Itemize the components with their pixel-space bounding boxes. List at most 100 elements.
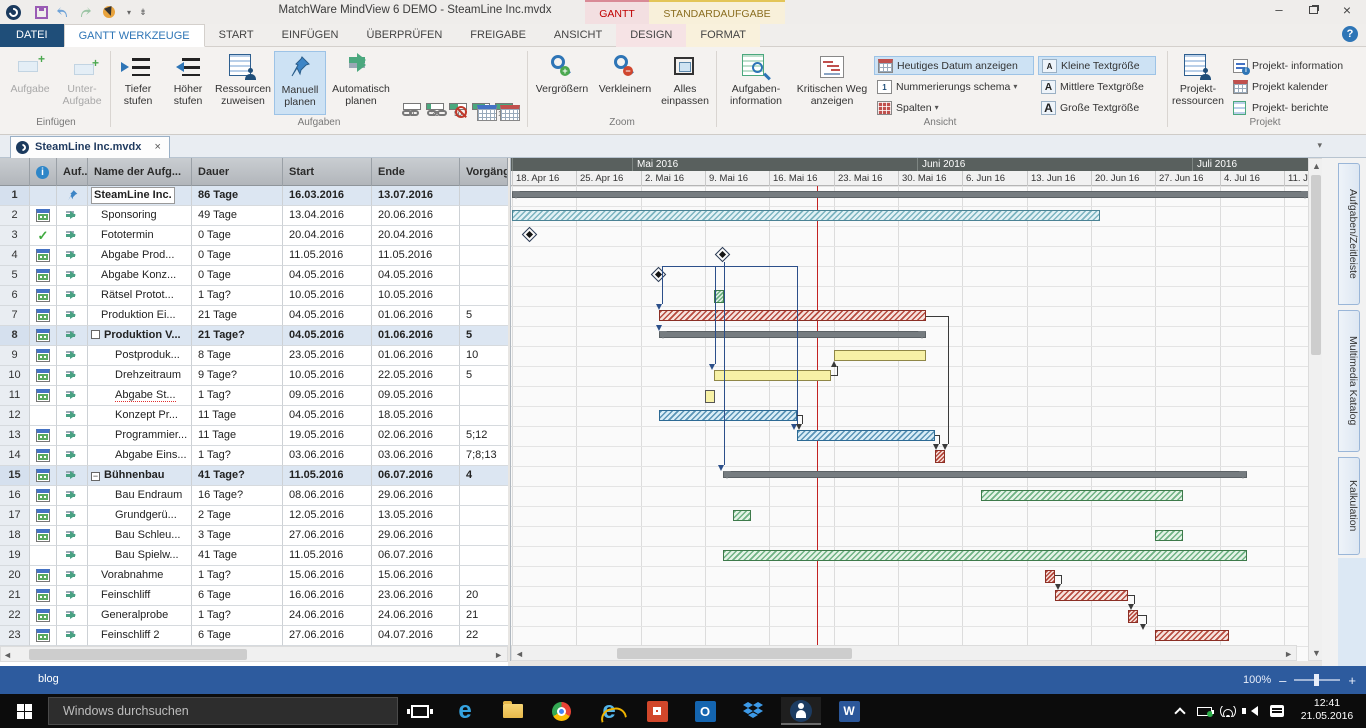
end-date-cell[interactable]: 02.06.2016	[372, 426, 460, 446]
taskbar-search-input[interactable]: Windows durchsuchen	[48, 697, 398, 725]
duration-cell[interactable]: 9 Tage?	[192, 366, 283, 386]
predecessor-cell[interactable]	[460, 206, 508, 226]
row-schedule-cell[interactable]	[57, 366, 88, 386]
manuell-planen-button[interactable]: Manuell planen	[274, 51, 326, 115]
row-schedule-cell[interactable]	[57, 266, 88, 286]
row-schedule-cell[interactable]	[57, 446, 88, 466]
row-schedule-cell[interactable]	[57, 526, 88, 546]
end-date-cell[interactable]: 10.05.2016	[372, 286, 460, 306]
start-date-cell[interactable]: 12.05.2016	[283, 506, 372, 526]
start-date-cell[interactable]: 09.05.2016	[283, 386, 372, 406]
duration-cell[interactable]: 6 Tage	[192, 626, 283, 646]
ribbon-tab-ansicht[interactable]: ANSICHT	[540, 24, 616, 47]
task-name-cell[interactable]: Drehzeitraum	[88, 366, 192, 386]
start-date-cell[interactable]: 10.05.2016	[283, 286, 372, 306]
end-date-cell[interactable]: 03.06.2016	[372, 446, 460, 466]
start-date-cell[interactable]: 11.05.2016	[283, 246, 372, 266]
duration-cell[interactable]: 0 Tage	[192, 226, 283, 246]
row-info-cell[interactable]	[30, 466, 57, 486]
row-info-cell[interactable]	[30, 626, 57, 646]
task-bar[interactable]	[714, 370, 831, 381]
task-name-cell[interactable]: Abgabe Prod...	[88, 246, 192, 266]
task-bar[interactable]	[723, 550, 1247, 561]
task-name-cell[interactable]: Rätsel Protot...	[88, 286, 192, 306]
predecessor-cell[interactable]	[460, 566, 508, 586]
duration-cell[interactable]: 0 Tage	[192, 246, 283, 266]
ribbon-tab-format[interactable]: FORMAT	[686, 24, 760, 47]
end-date-cell[interactable]: 01.06.2016	[372, 326, 460, 346]
end-date-cell[interactable]: 20.06.2016	[372, 206, 460, 226]
task-name-cell[interactable]: −Bühnenbau	[88, 466, 192, 486]
table-h-scrollbar[interactable]: ◄ ►	[0, 646, 508, 662]
row-info-cell[interactable]	[30, 506, 57, 526]
end-date-cell[interactable]: 15.06.2016	[372, 566, 460, 586]
row-info-cell[interactable]	[30, 546, 57, 566]
explorer-button[interactable]	[493, 697, 533, 725]
start-date-cell[interactable]: 08.06.2016	[283, 486, 372, 506]
duration-cell[interactable]: 6 Tage	[192, 586, 283, 606]
end-date-cell[interactable]: 04.05.2016	[372, 266, 460, 286]
end-date-cell[interactable]: 09.05.2016	[372, 386, 460, 406]
word-button[interactable]: W	[829, 697, 869, 725]
row-schedule-cell[interactable]	[57, 326, 88, 346]
end-date-cell[interactable]: 22.05.2016	[372, 366, 460, 386]
row-info-cell[interactable]	[30, 566, 57, 586]
proj-kalender-button[interactable]: Projekt kalender	[1230, 77, 1358, 96]
automatisch-planen-button[interactable]: Automatisch planen	[328, 51, 394, 115]
row-schedule-cell[interactable]	[57, 626, 88, 646]
end-date-cell[interactable]: 20.04.2016	[372, 226, 460, 246]
taskbar-clock[interactable]: 12:41 21.05.2016	[1292, 697, 1362, 723]
summary-bar[interactable]	[659, 331, 926, 338]
task-bar[interactable]	[935, 450, 945, 463]
end-date-cell[interactable]: 06.07.2016	[372, 466, 460, 486]
alles-einpassen-button[interactable]: Alles einpassen	[657, 51, 713, 115]
duration-cell[interactable]: 3 Tage	[192, 526, 283, 546]
start-date-cell[interactable]: 04.05.2016	[283, 326, 372, 346]
end-date-cell[interactable]: 11.05.2016	[372, 246, 460, 266]
grosse-textgroesse-button[interactable]: A Große Textgröße	[1038, 98, 1160, 117]
start-date-cell[interactable]: 04.05.2016	[283, 306, 372, 326]
ribbon-tab-freigabe[interactable]: FREIGABE	[456, 24, 540, 47]
predecessor-cell[interactable]: 21	[460, 606, 508, 626]
task-name-cell[interactable]: Fototermin	[88, 226, 192, 246]
predecessor-cell[interactable]	[460, 286, 508, 306]
task-name-cell[interactable]: Bau Schleu...	[88, 526, 192, 546]
end-date-cell[interactable]: 29.06.2016	[372, 526, 460, 546]
task-bar[interactable]	[733, 510, 751, 521]
start-date-cell[interactable]: 16.03.2016	[283, 186, 372, 206]
zoom-out-button[interactable]: –	[1279, 673, 1286, 688]
predecessor-cell[interactable]: 7;8;13	[460, 446, 508, 466]
duration-cell[interactable]: 1 Tag?	[192, 566, 283, 586]
duration-cell[interactable]: 1 Tag?	[192, 446, 283, 466]
tiefer-stufen-button[interactable]: Tiefer stufen	[114, 51, 162, 115]
chart-v-scrollbar[interactable]: ▲ ▼	[1308, 158, 1323, 661]
end-date-cell[interactable]: 18.05.2016	[372, 406, 460, 426]
task-bar[interactable]	[1155, 630, 1229, 641]
row-info-cell[interactable]	[30, 266, 57, 286]
predecessor-cell[interactable]: 5	[460, 366, 508, 386]
row-info-cell[interactable]	[30, 286, 57, 306]
duration-cell[interactable]: 21 Tage?	[192, 326, 283, 346]
predecessor-cell[interactable]	[460, 226, 508, 246]
predecessor-cell[interactable]: 5;12	[460, 426, 508, 446]
predecessor-cell[interactable]	[460, 246, 508, 266]
battery-indicator[interactable]	[1192, 694, 1216, 728]
task-bar[interactable]	[1055, 590, 1128, 601]
mittlere-textgroesse-button[interactable]: A Mittlere Textgröße	[1038, 77, 1160, 96]
task-name-cell[interactable]: Bau Endraum	[88, 486, 192, 506]
duration-cell[interactable]: 11 Tage	[192, 406, 283, 426]
task-name-cell[interactable]: Postproduk...	[88, 346, 192, 366]
task-name-cell[interactable]: Feinschliff	[88, 586, 192, 606]
edge-button[interactable]: e	[445, 697, 485, 725]
table-header-4[interactable]: Dauer	[192, 158, 283, 186]
table-header-7[interactable]: Vorgäng...	[460, 158, 508, 186]
start-button[interactable]	[0, 694, 48, 728]
start-date-cell[interactable]: 15.06.2016	[283, 566, 372, 586]
start-date-cell[interactable]: 27.06.2016	[283, 626, 372, 646]
row-info-cell[interactable]	[30, 406, 57, 426]
end-date-cell[interactable]: 13.07.2016	[372, 186, 460, 206]
row-info-cell[interactable]	[30, 346, 57, 366]
predecessor-cell[interactable]	[460, 526, 508, 546]
duration-cell[interactable]: 1 Tag?	[192, 286, 283, 306]
end-date-cell[interactable]: 23.06.2016	[372, 586, 460, 606]
